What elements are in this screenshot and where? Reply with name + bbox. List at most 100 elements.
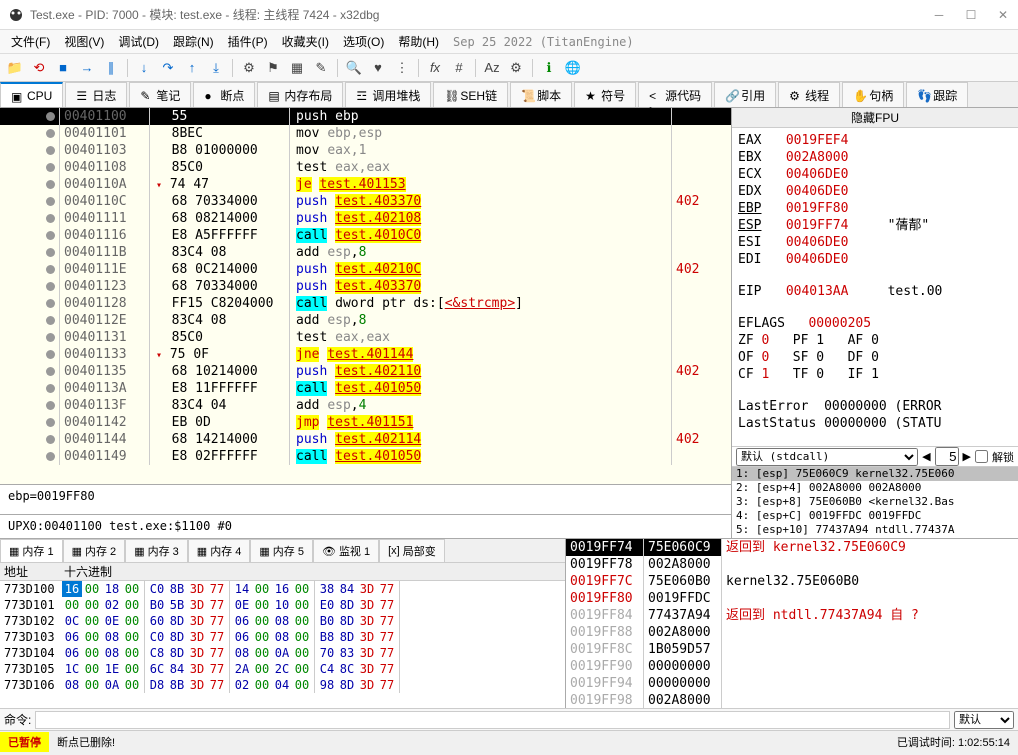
disasm-row[interactable]: 0040110C 68 70334000push test.403370402 xyxy=(0,193,731,210)
tab-handle[interactable]: ✋句柄 xyxy=(842,82,904,107)
callconv-select[interactable]: 默认 (stdcall) xyxy=(736,448,918,466)
disasm-row[interactable]: 00401144 68 14214000push test.402114402 xyxy=(0,431,731,448)
dump-tab-6[interactable]: [x]局部变 xyxy=(379,539,445,562)
pause-button[interactable]: ∥ xyxy=(100,57,122,79)
disasm-row[interactable]: 00401128 FF15 C8204000call dword ptr ds:… xyxy=(0,295,731,312)
disasm-row[interactable]: 00401123 68 70334000push test.403370 xyxy=(0,278,731,295)
stepin-button[interactable]: ↓ xyxy=(133,57,155,79)
tab-bp[interactable]: ●断点 xyxy=(193,82,255,107)
menu-trace[interactable]: 跟踪(N) xyxy=(166,33,221,50)
command-input[interactable] xyxy=(35,711,950,729)
tab-seh[interactable]: ⛓SEH链 xyxy=(433,82,508,107)
menu-plugins[interactable]: 插件(P) xyxy=(221,33,275,50)
tab-cpu[interactable]: ▣CPU xyxy=(0,82,63,107)
tool-globe[interactable]: 🌐 xyxy=(562,57,584,79)
close-button[interactable]: ✕ xyxy=(996,8,1010,22)
stack-row[interactable]: 0019FF88002A8000 xyxy=(566,624,1018,641)
tab-sym[interactable]: ★符号 xyxy=(574,82,636,107)
disasm-row[interactable]: 0040112E 83C4 08add esp,8 xyxy=(0,312,731,329)
stepout-button[interactable]: ↑ xyxy=(181,57,203,79)
stack-view[interactable]: 0019FF7475E060C9返回到 kernel32.75E060C9001… xyxy=(566,539,1018,708)
stack-row[interactable]: 0019FF7475E060C9返回到 kernel32.75E060C9 xyxy=(566,539,1018,556)
disasm-row[interactable]: 00401111 68 08214000push test.402108 xyxy=(0,210,731,227)
tool-6[interactable]: ♥ xyxy=(367,57,389,79)
tab-trace[interactable]: 👣跟踪 xyxy=(906,82,968,107)
tab-thread[interactable]: ⚙线程 xyxy=(778,82,840,107)
disassembly-view[interactable]: 00401100 55push ebp00401101 8BECmov ebp,… xyxy=(0,108,731,484)
stack-row[interactable]: 0019FF8477437A94返回到 ntdll.77437A94 自 ? xyxy=(566,607,1018,624)
disasm-row[interactable]: 00401131 85C0test eax,eax xyxy=(0,329,731,346)
fpu-toggle[interactable]: 隐藏FPU xyxy=(732,108,1018,128)
disasm-row[interactable]: 0040110A▾ 74 47je test.401153 xyxy=(0,176,731,193)
disasm-row[interactable]: 00401149 E8 02FFFFFFcall test.401050 xyxy=(0,448,731,465)
cmd-mode-select[interactable]: 默认 xyxy=(954,711,1014,729)
tab-label: 日志 xyxy=(92,87,116,104)
tool-3[interactable]: ▦ xyxy=(286,57,308,79)
disasm-row[interactable]: 00401100 55push ebp xyxy=(0,108,731,125)
tool-5[interactable]: 🔍 xyxy=(343,57,365,79)
disasm-row[interactable]: 00401101 8BECmov ebp,esp xyxy=(0,125,731,142)
skip-button[interactable]: ⤓ xyxy=(205,57,227,79)
disasm-row[interactable]: 0040111E 68 0C214000push test.40210C402 xyxy=(0,261,731,278)
tool-7[interactable]: ⋮ xyxy=(391,57,413,79)
menu-debug[interactable]: 调试(D) xyxy=(111,33,166,50)
tool-az[interactable]: Aᴢ xyxy=(481,57,503,79)
menu-help[interactable]: 帮助(H) xyxy=(391,33,446,50)
tool-2[interactable]: ⚑ xyxy=(262,57,284,79)
menu-view[interactable]: 视图(V) xyxy=(57,33,111,50)
dump-tab-0[interactable]: ▦内存 1 xyxy=(0,539,63,562)
stack-row[interactable]: 0019FF98002A8000 xyxy=(566,692,1018,708)
stack-row[interactable]: 0019FF78002A8000 xyxy=(566,556,1018,573)
disasm-row[interactable]: 00401108 85C0test eax,eax xyxy=(0,159,731,176)
disasm-row[interactable]: 00401135 68 10214000push test.402110402 xyxy=(0,363,731,380)
tab-src[interactable]: < >源代码 xyxy=(638,82,712,107)
disasm-row[interactable]: 00401133▾ 75 0Fjne test.401144 xyxy=(0,346,731,363)
stop-button[interactable]: ■ xyxy=(52,57,74,79)
spin-down[interactable]: ◀ xyxy=(922,450,930,463)
dump-view[interactable]: 773D10016001800C08B3D771400160038843D777… xyxy=(0,581,565,708)
restart-button[interactable]: ⟲ xyxy=(28,57,50,79)
dump-tab-5[interactable]: 👁监视 1 xyxy=(313,539,379,562)
tab-stack[interactable]: ☲调用堆栈 xyxy=(345,82,431,107)
minimize-button[interactable]: ─ xyxy=(932,8,946,22)
dump-tab-4[interactable]: ▦内存 5 xyxy=(250,539,313,562)
disasm-row[interactable]: 00401116 E8 A5FFFFFFcall test.4010C0 xyxy=(0,227,731,244)
menu-file[interactable]: 文件(F) xyxy=(4,33,57,50)
stack-row[interactable]: 0019FF7C75E060B0kernel32.75E060B0 xyxy=(566,573,1018,590)
tab-mem[interactable]: ▤内存布局 xyxy=(257,82,343,107)
registers-view[interactable]: EAX 0019FEF4 EBX 002A8000 ECX 00406DE0 E… xyxy=(732,128,1018,446)
tool-info[interactable]: ℹ xyxy=(538,57,560,79)
stack-row[interactable]: 0019FF9400000000 xyxy=(566,675,1018,692)
tool-hash[interactable]: # xyxy=(448,57,470,79)
arg-stack[interactable]: 1: [esp] 75E060C9 kernel32.75E0602: [esp… xyxy=(732,466,1018,538)
script-icon: 📜 xyxy=(521,89,533,101)
dump-tab-1[interactable]: ▦内存 2 xyxy=(63,539,126,562)
stack-row[interactable]: 0019FF8C1B059D57 xyxy=(566,641,1018,658)
maximize-button[interactable]: ☐ xyxy=(964,8,978,22)
disasm-row[interactable]: 0040113F 83C4 04add esp,4 xyxy=(0,397,731,414)
tab-ref[interactable]: 🔗引用 xyxy=(714,82,776,107)
tab-log[interactable]: ☰日志 xyxy=(65,82,127,107)
tool-4[interactable]: ✎ xyxy=(310,57,332,79)
disasm-row[interactable]: 0040113A E8 11FFFFFFcall test.401050 xyxy=(0,380,731,397)
tool-fx[interactable]: fx xyxy=(424,57,446,79)
tool-settings[interactable]: ⚙ xyxy=(505,57,527,79)
menu-favorites[interactable]: 收藏夹(I) xyxy=(275,33,336,50)
dump-tab-2[interactable]: ▦内存 3 xyxy=(125,539,188,562)
stack-row[interactable]: 0019FF9000000000 xyxy=(566,658,1018,675)
tool-1[interactable]: ⚙ xyxy=(238,57,260,79)
arg-count[interactable] xyxy=(935,447,959,466)
dump-tab-3[interactable]: ▦内存 4 xyxy=(188,539,251,562)
disasm-row[interactable]: 00401142 EB 0Djmp test.401151 xyxy=(0,414,731,431)
menu-options[interactable]: 选项(O) xyxy=(336,33,391,50)
run-button[interactable]: → xyxy=(76,57,98,79)
stack-row[interactable]: 0019FF800019FFDC xyxy=(566,590,1018,607)
tab-notes[interactable]: ✎笔记 xyxy=(129,82,191,107)
spin-up[interactable]: ▶ xyxy=(963,450,971,463)
disasm-row[interactable]: 00401103 B8 01000000mov eax,1 xyxy=(0,142,731,159)
disasm-row[interactable]: 0040111B 83C4 08add esp,8 xyxy=(0,244,731,261)
tab-script[interactable]: 📜脚本 xyxy=(510,82,572,107)
open-button[interactable]: 📁 xyxy=(4,57,26,79)
stepover-button[interactable]: ↷ xyxy=(157,57,179,79)
lock-checkbox[interactable] xyxy=(975,450,988,463)
